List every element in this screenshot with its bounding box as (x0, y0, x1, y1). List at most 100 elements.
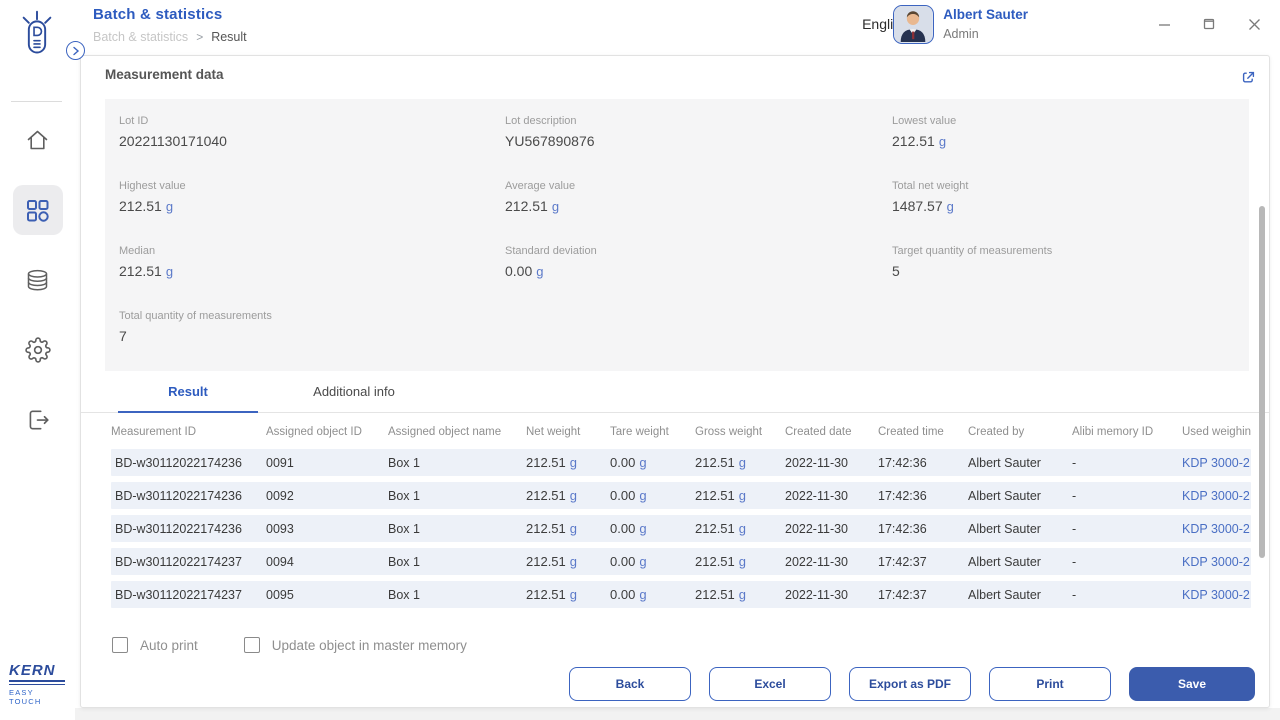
cell-created-date: 2022-11-30 (785, 455, 849, 470)
apps-grid-icon (27, 199, 49, 222)
cell-measurement-id: BD-w30112022174237 (115, 587, 242, 602)
cell-used-weighing-scale-link[interactable]: KDP 3000-2 / (1182, 489, 1251, 503)
panel-header: Measurement data (81, 56, 1269, 96)
back-button[interactable]: Back (569, 667, 691, 701)
fullscreen-toggle-button[interactable] (1238, 67, 1259, 88)
tab-additional-info[interactable]: Additional info (284, 384, 424, 412)
checkbox-icon[interactable] (243, 637, 260, 653)
vertical-scrollbar[interactable] (1259, 206, 1265, 558)
table-row[interactable]: BD-w30112022174237 0095 Box 1 212.51 g 0.… (111, 581, 1251, 608)
column-header: Created by (968, 426, 1025, 438)
tab-bar: Result Additional info (81, 384, 1269, 413)
save-button[interactable]: Save (1129, 667, 1255, 701)
cell-created-time: 17:42:37 (878, 587, 927, 602)
cell-used-weighing-scale-link[interactable]: KDP 3000-2 / (1182, 456, 1251, 470)
field-value: 212.51 g (119, 263, 174, 279)
content-panel: Measurement data Lot ID 20221130171040 L… (80, 55, 1270, 708)
field-lot-description: Lot description YU567890876 (505, 115, 892, 149)
sidebar-item-home[interactable] (13, 115, 63, 165)
cell-net-weight: 212.51 g (526, 587, 577, 602)
action-bar: Back Excel Export as PDF Print Save (569, 667, 1255, 701)
field-label: Total quantity of measurements (119, 310, 272, 322)
cell-assigned-object-name: Box 1 (388, 554, 420, 569)
user-info: Albert Sauter Admin (943, 5, 1028, 44)
column-header: Gross weight (695, 426, 763, 438)
table-row[interactable]: BD-w30112022174236 0093 Box 1 212.51 g 0.… (111, 515, 1251, 542)
field-label: Average value (505, 180, 576, 192)
cell-created-date: 2022-11-30 (785, 521, 849, 536)
table-row[interactable]: BD-w30112022174236 0092 Box 1 212.51 g 0.… (111, 482, 1251, 509)
measurements-table: Measurement ID Assigned object ID Assigned… (111, 413, 1251, 614)
cell-measurement-id: BD-w30112022174237 (115, 554, 242, 569)
cell-used-weighing-scale-link[interactable]: KDP 3000-2 / (1182, 588, 1251, 602)
section-title: Measurement data (105, 67, 224, 82)
window-bottom-strip (0, 708, 1280, 720)
cell-tare-weight: 0.00 g (610, 455, 647, 470)
field-value: 0.00 g (505, 263, 544, 279)
cell-used-weighing-scale-link[interactable]: KDP 3000-2 / (1182, 522, 1251, 536)
export-pdf-button[interactable]: Export as PDF (849, 667, 971, 701)
sidebar-item-logout[interactable] (13, 395, 63, 445)
database-icon (27, 269, 48, 290)
field-value: 1487.57 g (892, 198, 954, 214)
cell-assigned-object-id: 0092 (266, 488, 294, 503)
cell-measurement-id: BD-w30112022174236 (115, 455, 242, 470)
logout-icon (29, 410, 49, 430)
cell-created-by: Albert Sauter (968, 587, 1041, 602)
kern-logo-line (9, 679, 65, 682)
cell-net-weight: 212.51 g (526, 488, 577, 503)
column-header: Assigned object ID (266, 426, 362, 438)
cell-net-weight: 212.51 g (526, 455, 577, 470)
maximize-button[interactable] (1201, 16, 1217, 32)
field-label: Highest value (119, 180, 186, 192)
kern-wordmark: KERN (9, 661, 56, 679)
field-label: Lot description (505, 115, 577, 127)
column-header: Used weighing scale (1182, 426, 1251, 438)
field-total-quantity: Total quantity of measurements 7 (119, 310, 505, 344)
field-value: 212.51 g (892, 133, 947, 149)
field-total-net-weight: Total net weight 1487.57 g (892, 180, 1249, 214)
unit-label: g (938, 134, 947, 149)
excel-button[interactable]: Excel (709, 667, 831, 701)
page-title: Batch & statistics (93, 6, 223, 23)
field-value: 20221130171040 (119, 133, 227, 149)
column-header: Net weight (526, 426, 581, 438)
field-median: Median 212.51 g (119, 245, 505, 279)
cell-alibi-memory-id: - (1072, 488, 1077, 503)
checkbox-icon[interactable] (112, 637, 128, 653)
sidebar: KERN EASY TOUCH (0, 55, 75, 720)
table-row[interactable]: BD-w30112022174237 0094 Box 1 212.51 g 0.… (111, 548, 1251, 575)
app-window: { "colors": { "accent_blue": "#2d5bbf", … (0, 0, 1280, 720)
measurement-summary: Lot ID 20221130171040 Lot description YU… (105, 99, 1249, 371)
cell-assigned-object-id: 0095 (266, 587, 294, 602)
cell-created-by: Albert Sauter (968, 554, 1041, 569)
table-body: BD-w30112022174236 0091 Box 1 212.51 g 0.… (111, 449, 1251, 608)
field-value: YU567890876 (505, 133, 595, 149)
breadcrumb-parent[interactable]: Batch & statistics (93, 30, 188, 44)
breadcrumb-separator-icon: > (196, 30, 204, 44)
sidebar-item-database[interactable] (13, 255, 63, 305)
tab-result[interactable]: Result (118, 384, 258, 413)
update-object-checkbox[interactable]: Update object in master memory (243, 637, 467, 653)
sidebar-expand-button[interactable] (66, 41, 85, 60)
cell-gross-weight: 212.51 g (695, 488, 746, 503)
breadcrumb-current: Result (211, 30, 247, 44)
cell-tare-weight: 0.00 g (610, 587, 647, 602)
table-row[interactable]: BD-w30112022174236 0091 Box 1 212.51 g 0.… (111, 449, 1251, 476)
cell-created-date: 2022-11-30 (785, 488, 849, 503)
unit-label: g (536, 264, 544, 279)
column-header: Assigned object name (388, 426, 502, 438)
cell-used-weighing-scale-link[interactable]: KDP 3000-2 / (1182, 555, 1251, 569)
print-button[interactable]: Print (989, 667, 1111, 701)
user-chip[interactable]: Albert Sauter Admin (893, 5, 1028, 44)
sidebar-item-applications[interactable] (12, 185, 63, 235)
cell-gross-weight: 212.51 g (695, 455, 746, 470)
close-button[interactable] (1246, 16, 1262, 32)
auto-print-checkbox[interactable]: Auto print (112, 637, 198, 653)
unit-label: g (165, 264, 174, 279)
user-role: Admin (943, 27, 979, 41)
column-header: Created date (785, 426, 852, 438)
minimize-button[interactable] (1156, 16, 1172, 32)
home-icon (27, 130, 48, 150)
sidebar-item-settings[interactable] (13, 325, 63, 375)
